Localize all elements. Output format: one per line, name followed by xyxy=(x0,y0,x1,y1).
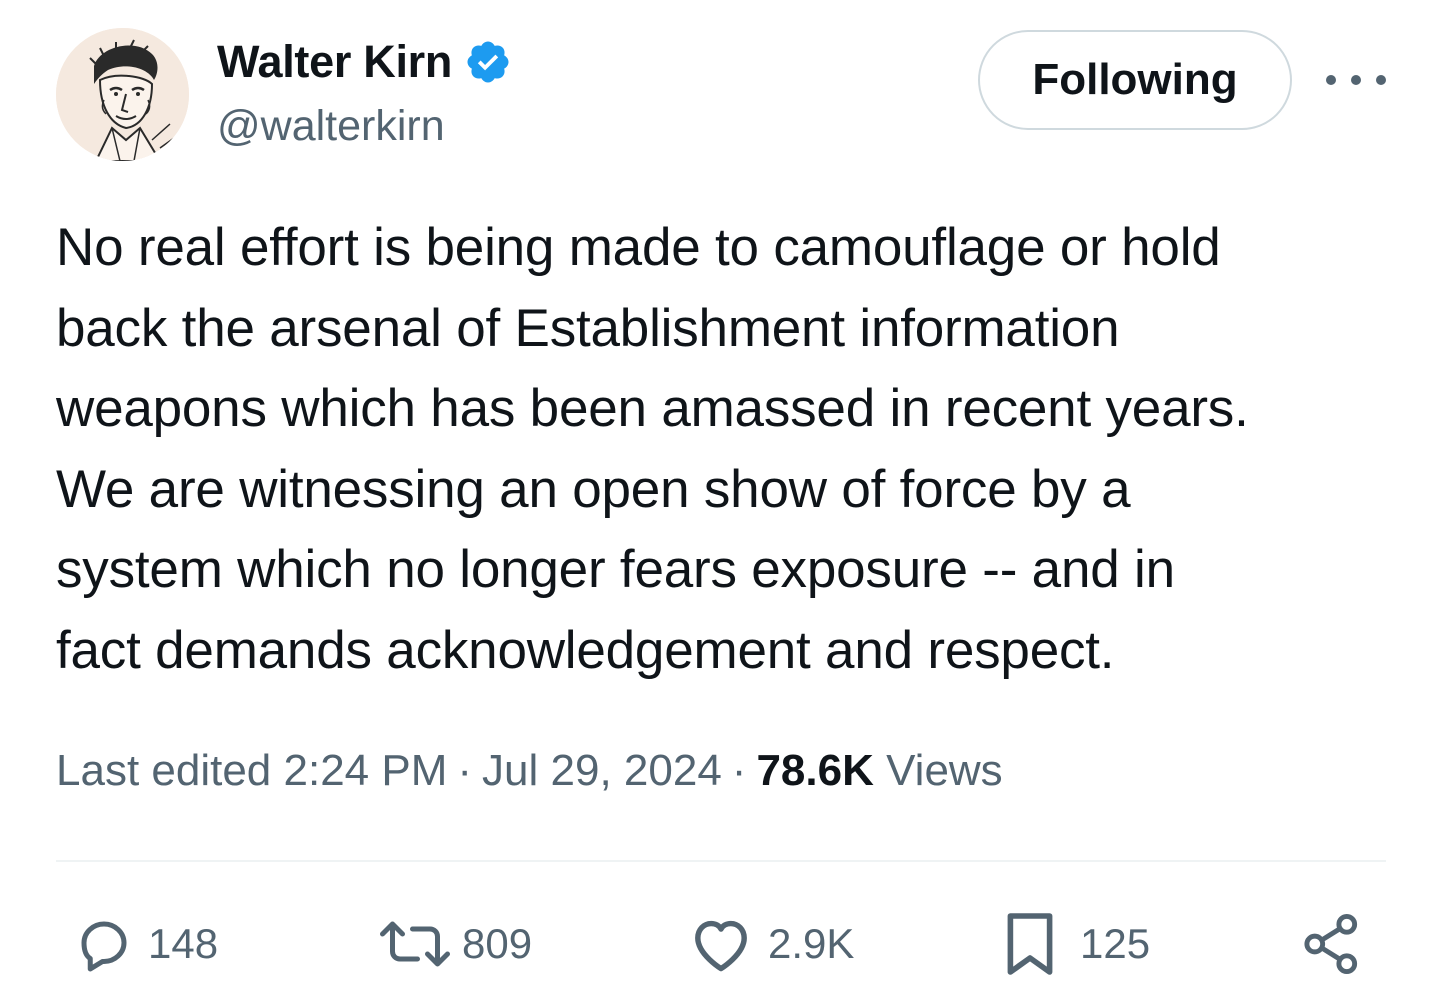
bookmark-count: 125 xyxy=(1080,920,1151,967)
tweet-detail: Walter Kirn @walterkirn Following No rea… xyxy=(0,0,1440,992)
tweet-date[interactable]: Jul 29, 2024 xyxy=(482,746,722,795)
dot xyxy=(1376,75,1386,85)
share-icon xyxy=(1304,913,1358,975)
views-count: 78.6K xyxy=(756,746,874,795)
author-name-row: Walter Kirn xyxy=(217,36,512,88)
bookmark-icon xyxy=(1007,913,1053,975)
repost-button[interactable]: 809 xyxy=(374,906,532,982)
display-name[interactable]: Walter Kirn xyxy=(217,36,452,88)
divider xyxy=(56,860,1386,862)
share-button[interactable] xyxy=(1302,906,1362,982)
meta-separator: · xyxy=(731,746,747,795)
dot xyxy=(1326,75,1336,85)
meta-separator: · xyxy=(457,746,473,795)
edited-label[interactable]: Last edited xyxy=(56,746,271,795)
reply-count: 148 xyxy=(148,920,219,967)
repost-count: 809 xyxy=(462,920,533,967)
user-handle[interactable]: @walterkirn xyxy=(217,102,445,151)
reply-button[interactable]: 148 xyxy=(74,906,218,982)
repost-icon xyxy=(380,921,450,967)
tweet-meta: Last edited 2:24 PM · Jul 29, 2024 · 78.6K V… xyxy=(56,746,1003,796)
tweet-text: No real effort is being made to camoufla… xyxy=(56,218,1249,680)
heart-icon xyxy=(695,920,747,972)
avatar[interactable] xyxy=(56,28,189,161)
portrait-sketch-avatar xyxy=(56,28,189,161)
like-button[interactable]: 2.9K xyxy=(688,906,854,982)
like-count: 2.9K xyxy=(768,920,855,967)
reply-icon xyxy=(81,921,127,972)
dot xyxy=(1351,75,1361,85)
verified-badge-icon[interactable] xyxy=(464,38,512,86)
following-button[interactable]: Following xyxy=(978,30,1292,130)
views-label: Views xyxy=(886,746,1003,795)
tweet-time[interactable]: 2:24 PM xyxy=(284,746,448,795)
bookmark-button[interactable]: 125 xyxy=(1002,906,1150,982)
more-dots-icon[interactable] xyxy=(1326,60,1386,100)
action-bar: 148 809 2.9K 125 xyxy=(56,906,1386,982)
